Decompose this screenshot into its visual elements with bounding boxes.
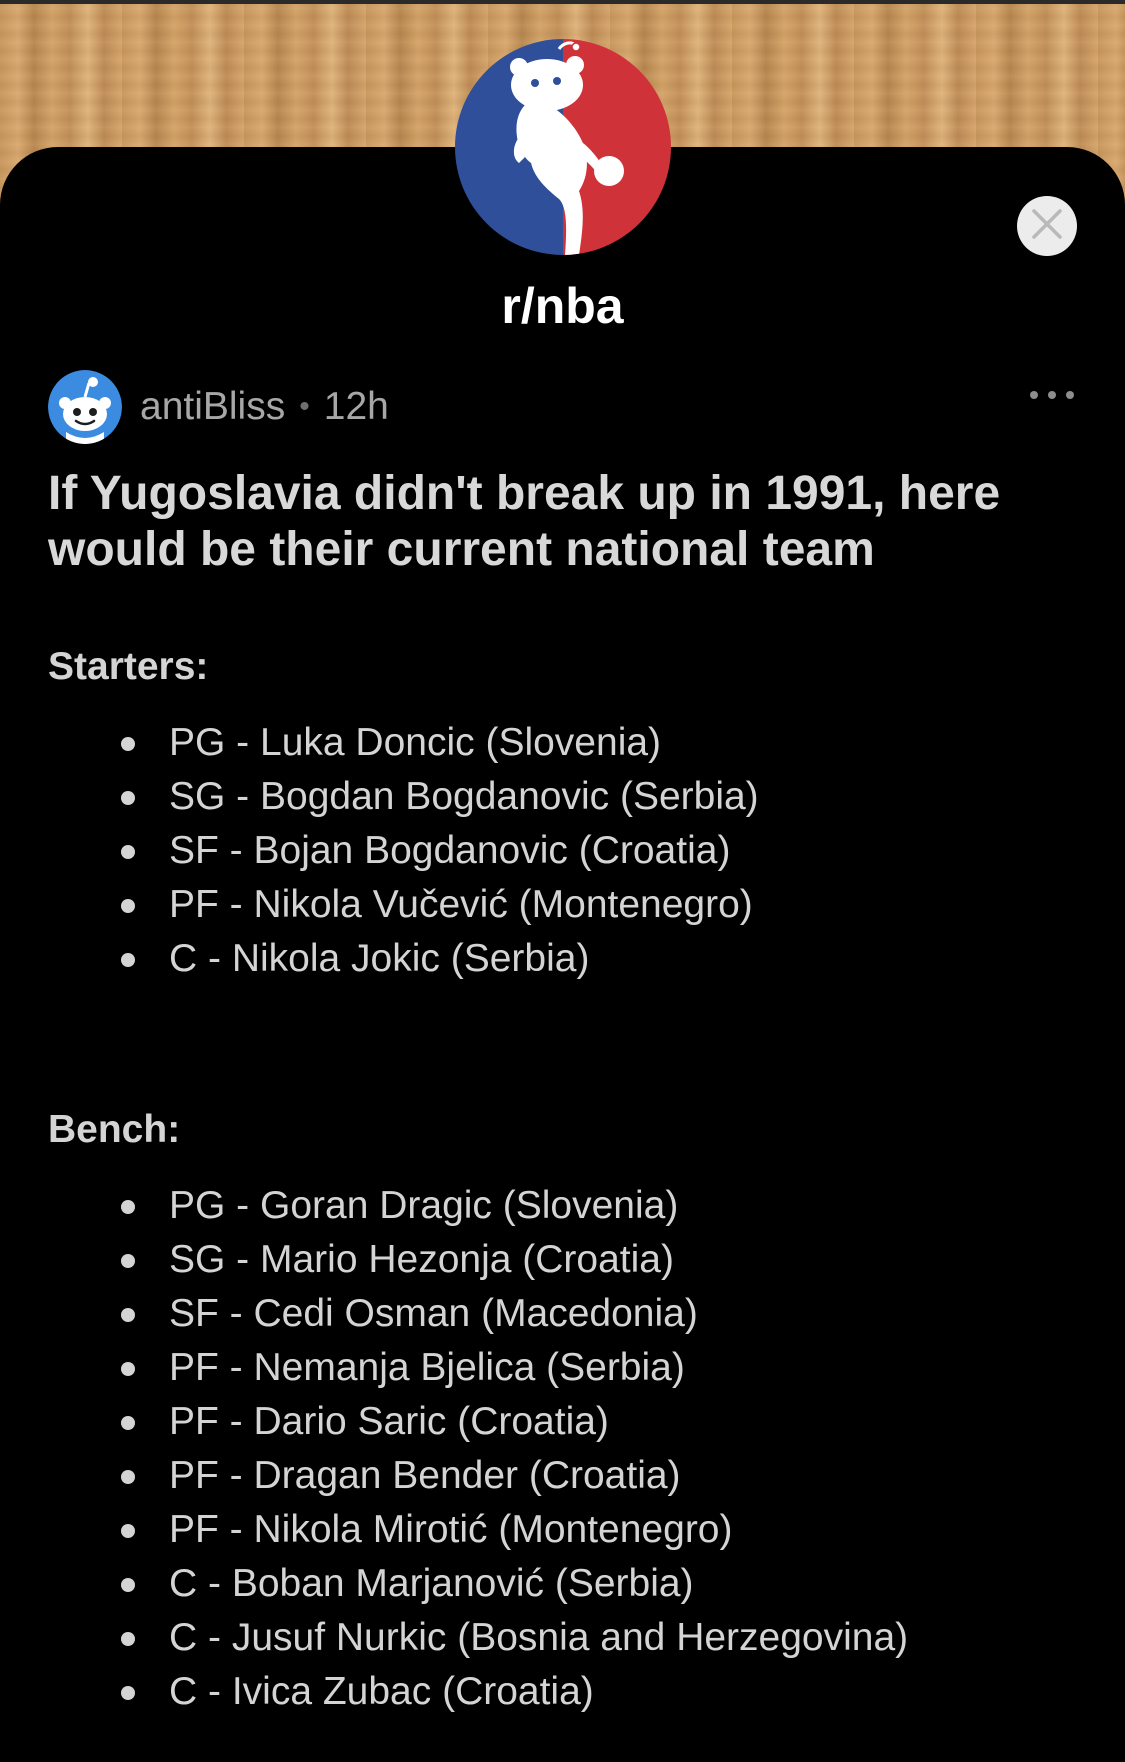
- list-item: PG - Goran Dragic (Slovenia): [48, 1179, 1088, 1233]
- more-dot: [1066, 391, 1074, 399]
- more-options-icon[interactable]: [1030, 380, 1074, 410]
- meta-separator: •: [299, 390, 310, 423]
- list-item: PF - Nikola Vučević (Montenegro): [48, 878, 1088, 932]
- more-dot: [1030, 391, 1038, 399]
- post-title: If Yugoslavia didn't break up in 1991, h…: [48, 467, 1001, 576]
- post-meta: antiBliss • 12h: [140, 385, 389, 429]
- post-age: 12h: [323, 385, 389, 428]
- list-item: PF - Nemanja Bjelica (Serbia): [48, 1341, 1088, 1395]
- list-item: PF - Dragan Bender (Croatia): [48, 1449, 1088, 1503]
- list-item: C - Ivica Zubac (Croatia): [48, 1665, 1088, 1719]
- more-dot: [1048, 391, 1056, 399]
- list-item: C - Nikola Jokic (Serbia): [48, 932, 1088, 986]
- list-item: PF - Nikola Mirotić (Montenegro): [48, 1503, 1088, 1557]
- user-avatar-snoo-icon[interactable]: [48, 370, 122, 444]
- author-name[interactable]: antiBliss: [140, 385, 285, 429]
- section-heading-bench: Bench:: [48, 1108, 181, 1151]
- list-item: PF - Dario Saric (Croatia): [48, 1395, 1088, 1449]
- list-item: C - Boban Marjanović (Serbia): [48, 1557, 1088, 1611]
- list-item: SG - Mario Hezonja (Croatia): [48, 1233, 1088, 1287]
- section-heading-starters: Starters:: [48, 645, 209, 688]
- post-header: antiBliss • 12h: [48, 370, 389, 444]
- list-item: SG - Bogdan Bogdanovic (Serbia): [48, 770, 1088, 824]
- list-item: PG - Luka Doncic (Slovenia): [48, 716, 1088, 770]
- bench-list: PG - Goran Dragic (Slovenia) SG - Mario …: [48, 1179, 1088, 1719]
- starters-list: PG - Luka Doncic (Slovenia) SG - Bogdan …: [48, 716, 1088, 986]
- close-icon: [1030, 207, 1064, 246]
- post-detail-screen: r/nba antiBliss • 12h If Yugoslavia didn…: [0, 0, 1125, 1762]
- nba-logo-snoo-icon[interactable]: [455, 39, 671, 255]
- subreddit-name[interactable]: r/nba: [0, 276, 1125, 336]
- list-item: C - Jusuf Nurkic (Bosnia and Herzegovina…: [48, 1611, 1088, 1665]
- list-item: SF - Bojan Bogdanovic (Croatia): [48, 824, 1088, 878]
- status-bar-edge: [0, 0, 1125, 4]
- list-item: SF - Cedi Osman (Macedonia): [48, 1287, 1088, 1341]
- close-button[interactable]: [1017, 196, 1077, 256]
- post-body: Starters: PG - Luka Doncic (Slovenia) SG…: [48, 640, 1088, 1719]
